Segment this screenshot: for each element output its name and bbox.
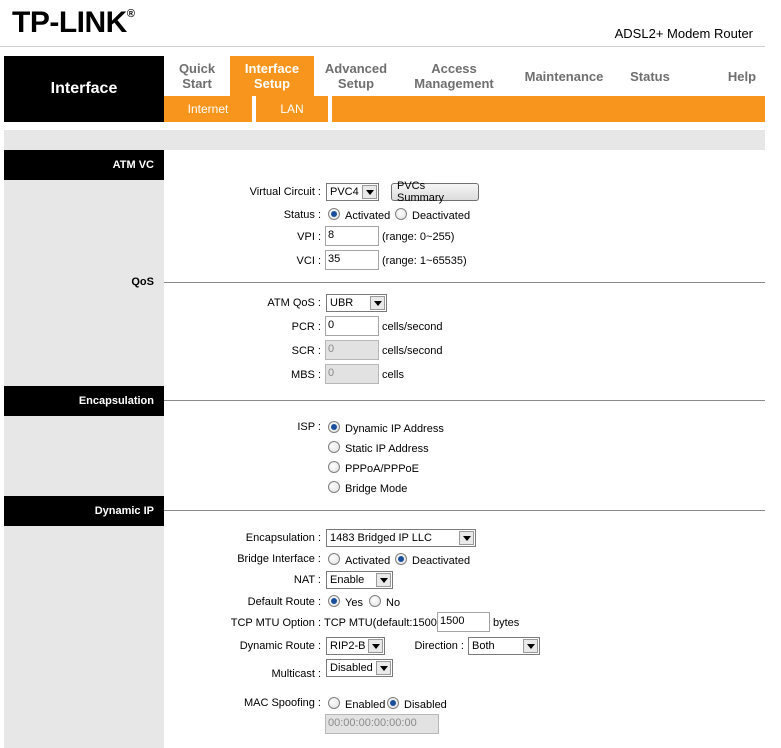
atm-qos-label: ATM QoS : xyxy=(267,297,321,309)
vci-range: (range: 1~65535) xyxy=(382,255,467,267)
bridge-interface-label: Bridge Interface : xyxy=(237,553,321,565)
nav-quick-start[interactable]: Quick Start xyxy=(164,56,230,96)
nav-status[interactable]: Status xyxy=(618,56,682,96)
status-activated-label: Activated xyxy=(345,210,391,222)
section-dynamic-ip: Dynamic IP xyxy=(4,496,164,526)
top-strip xyxy=(4,130,765,150)
mac-spoofing-label: MAC Spoofing : xyxy=(243,697,321,709)
tcp-mtu-default: TCP MTU(default:1500) xyxy=(324,617,441,629)
status-deactivated-label: Deactivated xyxy=(412,210,471,222)
vci-label: VCI : xyxy=(296,255,321,267)
default-route-yes-label: Yes xyxy=(345,597,363,609)
model-name: ADSL2+ Modem Router xyxy=(614,26,753,41)
chevron-down-icon xyxy=(459,531,474,545)
mac-spoofing-disabled-radio[interactable] xyxy=(387,697,399,709)
mbs-unit: cells xyxy=(382,369,405,381)
default-route-label: Default Route : xyxy=(247,596,321,608)
direction-select[interactable]: Both xyxy=(468,637,540,655)
mac-spoofing-enabled-radio[interactable] xyxy=(328,697,340,709)
sub-nav: Internet LAN xyxy=(164,96,765,122)
isp-pppoa-pppoe-radio[interactable] xyxy=(328,461,340,473)
encapsulation-type-select[interactable]: 1483 Bridged IP LLC xyxy=(326,529,476,547)
nav-advanced-setup[interactable]: Advanced Setup xyxy=(314,56,398,96)
bridge-interface-deactivated-radio[interactable] xyxy=(395,553,407,565)
tcp-mtu-unit: bytes xyxy=(493,617,520,629)
pcr-unit: cells/second xyxy=(382,321,443,333)
default-route-no-radio[interactable] xyxy=(369,595,381,607)
pcr-label: PCR : xyxy=(291,321,321,333)
isp-pppoa-pppoe-label: PPPoA/PPPoE xyxy=(345,463,419,475)
nav-interface-setup[interactable]: Interface Setup xyxy=(230,56,314,96)
status-deactivated-radio[interactable] xyxy=(395,208,407,220)
subnav-separator xyxy=(328,96,332,122)
section-encapsulation: Encapsulation xyxy=(4,386,164,416)
mac-address-input[interactable]: 00:00:00:00:00:00 xyxy=(325,714,439,734)
default-route-yes-radio[interactable] xyxy=(328,595,340,607)
nav-maintenance[interactable]: Maintenance xyxy=(510,56,618,96)
atm-qos-select[interactable]: UBR xyxy=(326,294,387,312)
isp-bridge-mode-label: Bridge Mode xyxy=(345,483,408,495)
subnav-lan[interactable]: LAN xyxy=(256,96,328,122)
isp-dynamic-ip-label: Dynamic IP Address xyxy=(345,423,444,435)
nav-access-management[interactable]: Access Management xyxy=(398,56,510,96)
nav-section-title: Interface xyxy=(4,56,164,122)
virtual-circuit-label: Virtual Circuit : xyxy=(249,186,321,198)
isp-static-ip-radio[interactable] xyxy=(328,441,340,453)
scr-unit: cells/second xyxy=(382,345,443,357)
vpi-label: VPI : xyxy=(297,231,321,243)
dynamic-ip-divider xyxy=(164,510,765,511)
scr-label: SCR : xyxy=(291,345,321,357)
direction-label: Direction : xyxy=(414,640,464,652)
subnav-internet[interactable]: Internet xyxy=(164,96,252,122)
vci-input[interactable]: 35 xyxy=(325,250,379,270)
dynamic-route-select[interactable]: RIP2-B xyxy=(326,637,385,655)
chevron-down-icon xyxy=(376,661,391,675)
scr-input[interactable]: 0 xyxy=(325,340,379,360)
qos-divider xyxy=(164,282,765,283)
nav-help[interactable]: Help xyxy=(712,56,772,96)
pvcs-summary-button[interactable]: PVCs Summary xyxy=(391,180,479,204)
main-nav: Quick Start Interface Setup Advanced Setup … xyxy=(164,56,765,96)
nat-select[interactable]: Enable xyxy=(326,571,393,589)
status-activated-radio[interactable] xyxy=(328,208,340,220)
chevron-down-icon xyxy=(368,639,383,653)
virtual-circuit-select[interactable]: PVC4 xyxy=(326,183,379,201)
bridge-interface-deactivated-label: Deactivated xyxy=(412,555,471,567)
isp-label: ISP : xyxy=(297,421,321,433)
default-route-no-label: No xyxy=(386,597,401,609)
section-atm-vc: ATM VC xyxy=(4,150,164,180)
dynamic-route-label: Dynamic Route : xyxy=(239,640,321,652)
chevron-down-icon xyxy=(523,639,538,653)
status-label: Status : xyxy=(283,209,321,221)
mac-spoofing-disabled-label: Disabled xyxy=(404,699,447,711)
encapsulation-divider xyxy=(164,400,765,401)
isp-dynamic-ip-radio[interactable] xyxy=(328,421,340,433)
chevron-down-icon xyxy=(370,296,385,310)
mbs-input[interactable]: 0 xyxy=(325,364,379,384)
chevron-down-icon xyxy=(376,573,391,587)
isp-static-ip-label: Static IP Address xyxy=(345,443,429,455)
vpi-input[interactable]: 8 xyxy=(325,226,379,246)
encapsulation-type-label: Encapsulation : xyxy=(245,532,321,544)
left-column xyxy=(4,150,164,748)
tp-link-logo: TP-LINK® xyxy=(12,6,135,39)
nat-label: NAT : xyxy=(293,574,321,586)
multicast-select[interactable]: Disabled xyxy=(326,659,393,677)
chevron-down-icon xyxy=(362,185,377,199)
section-qos: QoS xyxy=(131,276,154,288)
mac-spoofing-enabled-label: Enabled xyxy=(345,699,386,711)
tcp-mtu-input[interactable]: 1500 xyxy=(437,612,490,632)
bridge-interface-activated-radio[interactable] xyxy=(328,553,340,565)
bridge-interface-activated-label: Activated xyxy=(345,555,391,567)
mbs-label: MBS : xyxy=(291,369,321,381)
pcr-input[interactable]: 0 xyxy=(325,316,379,336)
header: TP-LINK® ADSL2+ Modem Router xyxy=(0,0,781,56)
isp-bridge-mode-radio[interactable] xyxy=(328,481,340,493)
header-divider xyxy=(0,46,765,47)
vpi-range: (range: 0~255) xyxy=(382,231,455,243)
multicast-label: Multicast : xyxy=(271,668,321,680)
tcp-mtu-label: TCP MTU Option : xyxy=(230,617,321,629)
